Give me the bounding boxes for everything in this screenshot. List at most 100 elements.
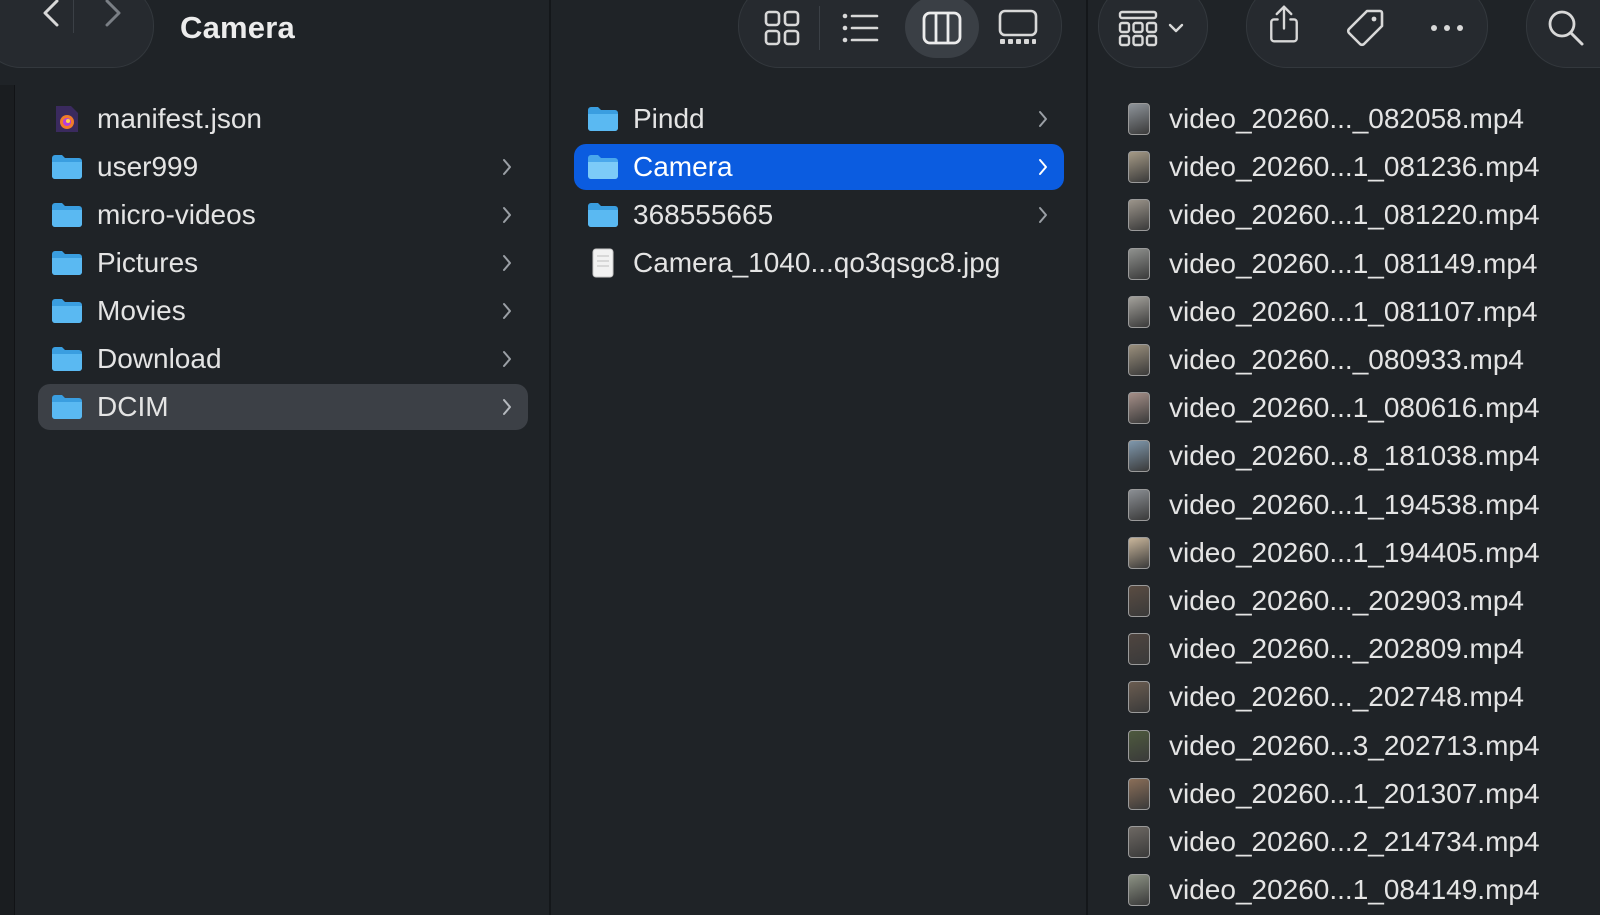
chevron-down-icon[interactable] <box>1166 20 1186 36</box>
gallery-view-icon[interactable] <box>998 8 1038 48</box>
list-item[interactable]: 368555665 <box>574 192 1064 238</box>
video-thumbnail-icon <box>1122 440 1156 473</box>
video-thumbnail-icon <box>1122 777 1156 810</box>
video-thumbnail <box>1128 633 1150 666</box>
chevron-right-icon <box>1039 111 1047 127</box>
window-title: Camera <box>180 10 295 45</box>
chevron-right-icon <box>1039 207 1047 223</box>
more-icon[interactable] <box>1427 8 1467 48</box>
folder-icon <box>586 200 620 230</box>
list-item[interactable]: Pindd <box>574 96 1064 142</box>
share-icon[interactable] <box>1264 4 1304 44</box>
folder-icon <box>586 104 620 134</box>
chevron-right-icon <box>503 399 511 415</box>
item-label: video_20260..._082058.mp4 <box>1169 103 1524 134</box>
list-item[interactable]: video_20260..._080933.mp4 <box>1118 337 1588 383</box>
folder-icon <box>50 248 84 278</box>
list-item[interactable]: video_20260..._082058.mp4 <box>1118 96 1588 142</box>
json-file-icon <box>50 104 84 134</box>
video-thumbnail <box>1128 103 1150 135</box>
video-thumbnail-icon <box>1122 344 1156 376</box>
item-label: video_20260..._202903.mp4 <box>1169 585 1524 616</box>
item-label: video_20260...1_081220.mp4 <box>1169 199 1540 231</box>
list-view-icon[interactable] <box>840 8 880 48</box>
navigation-group <box>0 0 154 68</box>
list-item[interactable]: manifest.json <box>38 96 528 142</box>
list-item[interactable]: video_20260...1_201307.mp4 <box>1118 771 1588 817</box>
list-item[interactable]: video_20260..._202748.mp4 <box>1118 674 1588 720</box>
video-thumbnail-icon <box>1122 826 1156 858</box>
sidebar-edge <box>0 85 15 915</box>
item-label: Camera_1040...qo3qsgc8.jpg <box>633 247 1001 278</box>
video-thumbnail <box>1128 392 1150 425</box>
list-item[interactable]: Camera_1040...qo3qsgc8.jpg <box>574 240 1064 286</box>
video-thumbnail <box>1128 199 1150 232</box>
item-label: Download <box>97 343 222 374</box>
video-thumbnail <box>1128 536 1150 569</box>
list-item[interactable]: video_20260...3_202713.mp4 <box>1118 723 1588 769</box>
chevron-right-icon[interactable] <box>91 0 131 33</box>
list-item[interactable]: video_20260...1_081220.mp4 <box>1118 192 1588 238</box>
video-thumbnail <box>1128 874 1150 907</box>
video-thumbnail <box>1128 295 1150 328</box>
list-item[interactable]: video_20260...1_084149.mp4 <box>1118 867 1588 913</box>
video-thumbnail-icon <box>1122 103 1156 135</box>
item-label: video_20260...1_081107.mp4 <box>1169 295 1538 327</box>
icon-view-icon[interactable] <box>762 8 802 48</box>
folder-icon <box>50 392 84 422</box>
video-thumbnail <box>1128 585 1150 617</box>
video-thumbnail-icon <box>1122 199 1156 232</box>
video-thumbnail <box>1128 681 1150 714</box>
item-label: video_20260...1_194538.mp4 <box>1169 488 1540 520</box>
chevron-right-icon <box>503 255 511 271</box>
list-item[interactable]: video_20260...1_080616.mp4 <box>1118 385 1588 431</box>
list-item[interactable]: user999 <box>38 144 528 190</box>
folder-icon <box>50 344 84 374</box>
column-divider[interactable] <box>1086 0 1088 915</box>
list-item[interactable]: video_20260...2_214734.mp4 <box>1118 819 1588 865</box>
video-thumbnail <box>1128 488 1150 521</box>
list-item[interactable]: video_20260..._202809.mp4 <box>1118 626 1588 672</box>
chevron-right-icon <box>503 207 511 223</box>
list-item[interactable]: video_20260...1_081149.mp4 <box>1118 241 1588 287</box>
item-label: Pictures <box>97 247 199 278</box>
video-thumbnail <box>1128 151 1150 184</box>
column-view-icon[interactable] <box>922 8 962 48</box>
list-item[interactable]: video_20260...1_194405.mp4 <box>1118 530 1588 576</box>
chevron-left-icon[interactable] <box>33 0 73 33</box>
chevron-right-icon <box>1039 159 1047 175</box>
chevron-right-icon <box>503 351 511 367</box>
list-item[interactable]: video_20260...8_181038.mp4 <box>1118 433 1588 479</box>
video-thumbnail-icon <box>1122 488 1156 521</box>
video-thumbnail-icon <box>1122 729 1156 762</box>
video-thumbnail <box>1128 826 1150 858</box>
group-by-icon[interactable] <box>1118 8 1158 48</box>
item-label: video_20260...1_081236.mp4 <box>1169 151 1540 183</box>
list-item[interactable]: video_20260...1_081236.mp4 <box>1118 144 1588 190</box>
video-thumbnail-icon <box>1122 681 1156 714</box>
video-thumbnail-icon <box>1122 633 1156 666</box>
video-thumbnail-icon <box>1122 295 1156 328</box>
list-item[interactable]: Download <box>38 336 528 382</box>
video-thumbnail-icon <box>1122 874 1156 907</box>
column-divider[interactable] <box>549 0 551 915</box>
tag-icon[interactable] <box>1345 8 1385 48</box>
list-item[interactable]: micro-videos <box>38 192 528 238</box>
view-separator <box>819 6 820 50</box>
list-item-selected[interactable]: DCIM <box>38 384 528 430</box>
item-label: video_20260...3_202713.mp4 <box>1169 729 1540 761</box>
item-label: video_20260...1_194405.mp4 <box>1169 536 1540 568</box>
search-icon[interactable] <box>1546 8 1586 48</box>
list-item[interactable]: video_20260..._202903.mp4 <box>1118 578 1588 624</box>
list-item-selected[interactable]: Camera <box>574 144 1064 190</box>
item-label: Movies <box>97 295 186 326</box>
list-item[interactable]: video_20260...1_081107.mp4 <box>1118 289 1588 335</box>
list-item[interactable]: Movies <box>38 288 528 334</box>
item-label: 368555665 <box>633 199 774 230</box>
video-thumbnail-icon <box>1122 585 1156 617</box>
folder-icon <box>50 152 84 182</box>
item-label: video_20260..._202748.mp4 <box>1169 681 1524 713</box>
list-item[interactable]: video_20260...1_194538.mp4 <box>1118 482 1588 528</box>
video-thumbnail-icon <box>1122 392 1156 425</box>
list-item[interactable]: Pictures <box>38 240 528 286</box>
